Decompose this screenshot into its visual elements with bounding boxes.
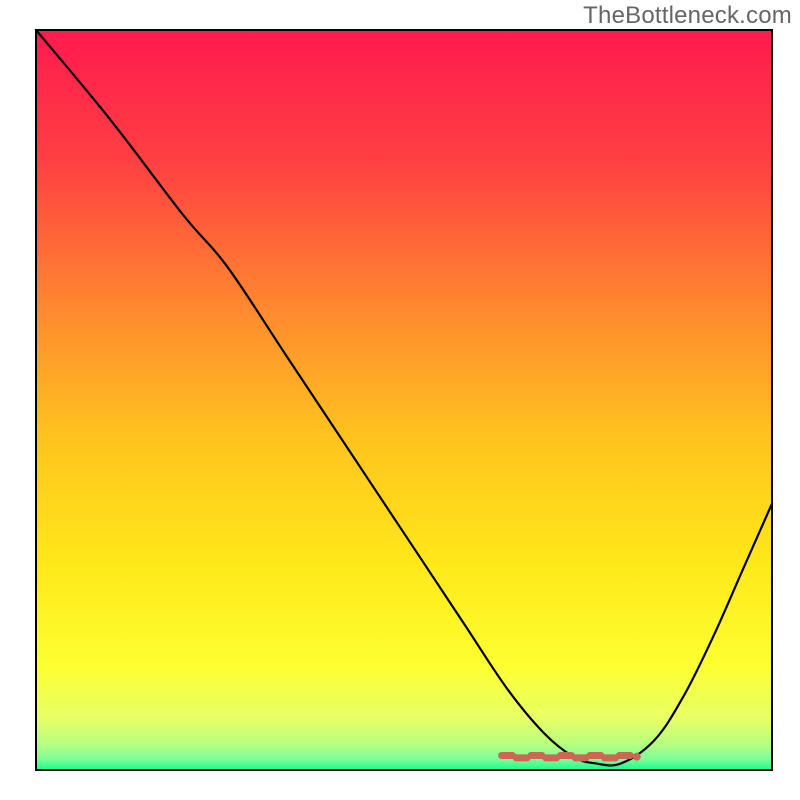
chart-container: TheBottleneck.com	[0, 0, 800, 800]
highlight-dash	[616, 752, 634, 759]
plot-background	[36, 30, 772, 770]
bottleneck-chart	[0, 0, 800, 800]
highlight-dot	[633, 753, 641, 761]
